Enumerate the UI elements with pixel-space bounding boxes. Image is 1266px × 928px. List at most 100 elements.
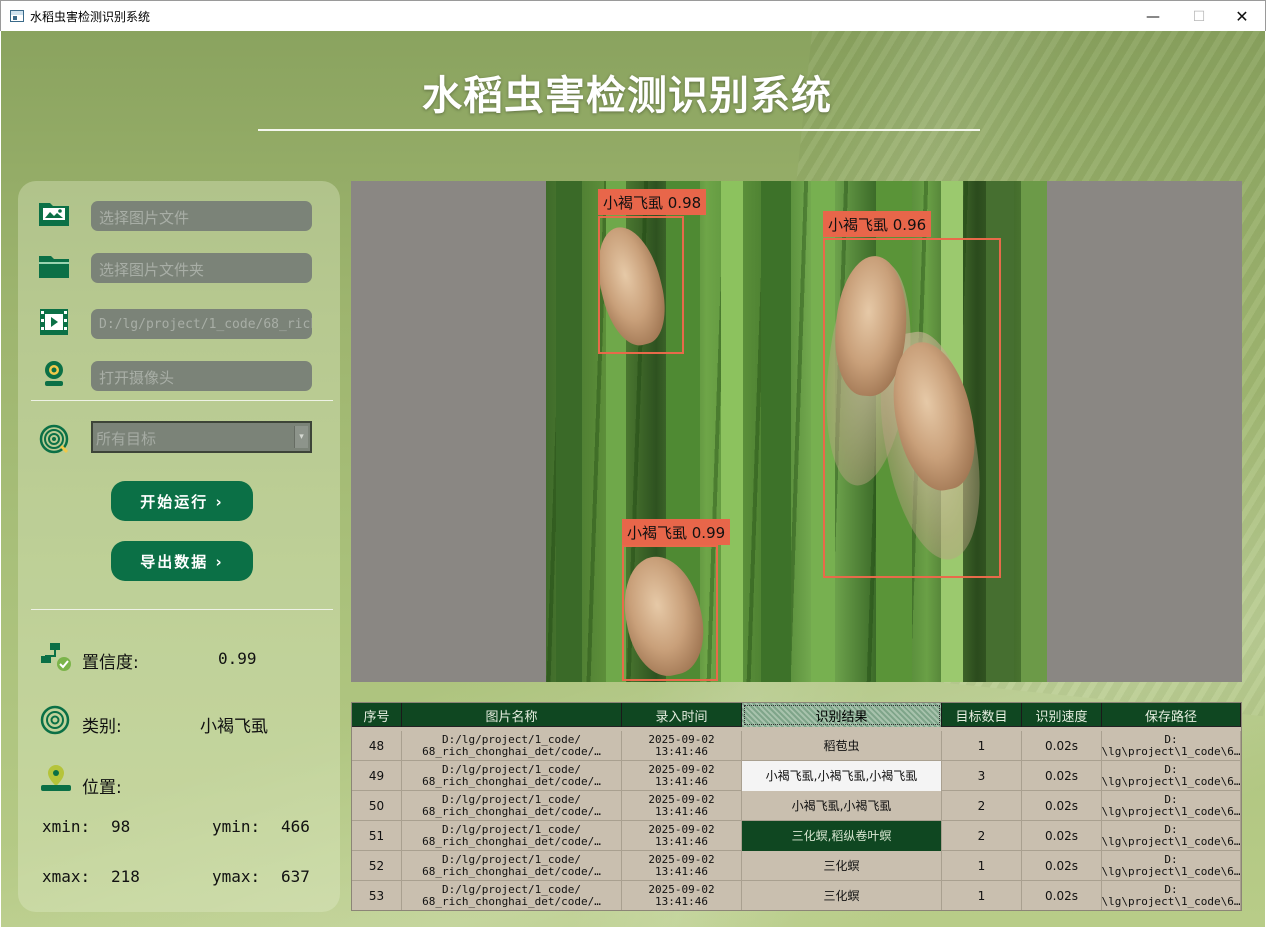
cell-save-path[interactable]: D: \lg\project\1_code\6… xyxy=(1102,851,1241,881)
cell-image-name[interactable]: D:/lg/project/1_code/ 68_rich_chonghai_d… xyxy=(402,791,622,821)
video-icon[interactable] xyxy=(37,307,71,337)
cell-save-path[interactable]: D: \lg\project\1_code\6… xyxy=(1102,791,1241,821)
cell-save-path[interactable]: D: \lg\project\1_code\6… xyxy=(1102,731,1241,761)
cell-result[interactable]: 三化螟 xyxy=(742,881,942,910)
results-table[interactable]: 序号 图片名称 录入时间 识别结果 目标数目 识别速度 保存路径 48 D:/l… xyxy=(351,702,1242,911)
title-divider xyxy=(258,129,980,131)
panel-divider-2 xyxy=(31,609,333,610)
detection-image: 小褐飞虱 0.98 小褐飞虱 0.96 小褐飞虱 0.99 xyxy=(546,181,1047,682)
cell-image-name[interactable]: D:/lg/project/1_code/ 68_rich_chonghai_d… xyxy=(402,761,622,791)
location-icon xyxy=(41,765,71,791)
cell-speed[interactable]: 0.02s xyxy=(1022,821,1102,851)
image-file-input[interactable]: 选择图片文件 xyxy=(91,201,312,231)
table-row[interactable]: 53 D:/lg/project/1_code/ 68_rich_chongha… xyxy=(352,881,1241,910)
cell-id[interactable]: 50 xyxy=(352,791,402,821)
cell-id[interactable]: 49 xyxy=(352,761,402,791)
ymax-label: ymax: xyxy=(212,867,261,886)
cell-result[interactable]: 小褐飞虱,小褐飞虱 xyxy=(742,791,942,821)
start-button[interactable]: 开始运行 › xyxy=(111,481,253,521)
cell-speed[interactable]: 0.02s xyxy=(1022,731,1102,761)
cell-speed[interactable]: 0.02s xyxy=(1022,761,1102,791)
cell-count[interactable]: 3 xyxy=(942,761,1022,791)
confidence-value: 0.99 xyxy=(218,649,257,668)
detection-label-3: 小褐飞虱 0.99 xyxy=(622,519,731,545)
minimize-button[interactable]: — xyxy=(1130,1,1176,32)
column-header-speed[interactable]: 识别速度 xyxy=(1022,703,1102,727)
control-panel: 选择图片文件 选择图片文件夹 D:/lg/project/1_code/68_r… xyxy=(18,181,340,912)
cell-image-name[interactable]: D:/lg/project/1_code/ 68_rich_chonghai_d… xyxy=(402,821,622,851)
cell-save-path[interactable]: D: \lg\project\1_code\6… xyxy=(1102,881,1241,910)
table-row[interactable]: 51 D:/lg/project/1_code/ 68_rich_chongha… xyxy=(352,821,1241,851)
cell-image-name[interactable]: D:/lg/project/1_code/ 68_rich_chonghai_d… xyxy=(402,851,622,881)
image-display: 小褐飞虱 0.98 小褐飞虱 0.96 小褐飞虱 0.99 xyxy=(351,181,1242,682)
column-header-count[interactable]: 目标数目 xyxy=(942,703,1022,727)
target-select[interactable]: 所有目标 ▾ xyxy=(91,421,312,453)
target-icon xyxy=(39,424,69,454)
close-button[interactable]: ✕ xyxy=(1219,1,1265,32)
column-header-image-name[interactable]: 图片名称 xyxy=(402,703,622,727)
export-button[interactable]: 导出数据 › xyxy=(111,541,253,581)
class-icon xyxy=(40,705,70,735)
video-path-input[interactable]: D:/lg/project/1_code/68_rich_chonghai_de… xyxy=(91,309,312,339)
cell-time[interactable]: 2025-09-02 13:41:46 xyxy=(622,881,742,910)
window-titlebar: 水稻虫害检测识别系统 — ☐ ✕ xyxy=(0,0,1266,31)
cell-result[interactable]: 三化螟 xyxy=(742,851,942,881)
chevron-down-icon[interactable]: ▾ xyxy=(294,426,308,448)
ymin-label: ymin: xyxy=(212,817,261,836)
column-header-result[interactable]: 识别结果 xyxy=(742,703,942,727)
detection-label-2: 小褐飞虱 0.96 xyxy=(823,211,932,237)
column-header-time[interactable]: 录入时间 xyxy=(622,703,742,727)
cell-time[interactable]: 2025-09-02 13:41:46 xyxy=(622,821,742,851)
ymax-value: 637 xyxy=(281,867,310,886)
maximize-button[interactable]: ☐ xyxy=(1176,1,1222,32)
folder-icon[interactable] xyxy=(37,251,71,281)
cell-count[interactable]: 1 xyxy=(942,731,1022,761)
cell-id[interactable]: 53 xyxy=(352,881,402,910)
cell-speed[interactable]: 0.02s xyxy=(1022,851,1102,881)
cell-result[interactable]: 稻苞虫 xyxy=(742,731,942,761)
xmin-label: xmin: xyxy=(42,817,91,836)
detection-box-1 xyxy=(598,216,684,354)
cell-save-path[interactable]: D: \lg\project\1_code\6… xyxy=(1102,821,1241,851)
cell-result-highlighted[interactable]: 三化螟,稻纵卷叶螟 xyxy=(742,821,942,851)
confidence-label: 置信度: xyxy=(82,653,139,673)
panel-divider xyxy=(31,400,333,401)
class-value: 小褐飞虱 xyxy=(200,717,268,737)
cell-speed[interactable]: 0.02s xyxy=(1022,791,1102,821)
target-select-value: 所有目标 xyxy=(96,430,157,448)
detection-label-1: 小褐飞虱 0.98 xyxy=(598,189,707,215)
cell-count[interactable]: 1 xyxy=(942,881,1022,910)
cell-result-selected[interactable]: 小褐飞虱,小褐飞虱,小褐飞虱 xyxy=(742,761,942,791)
cell-image-name[interactable]: D:/lg/project/1_code/ 68_rich_chonghai_d… xyxy=(402,731,622,761)
cell-time[interactable]: 2025-09-02 13:41:46 xyxy=(622,791,742,821)
image-file-icon[interactable] xyxy=(37,198,71,228)
xmax-label: xmax: xyxy=(42,867,91,886)
image-folder-input[interactable]: 选择图片文件夹 xyxy=(91,253,312,283)
cell-id[interactable]: 52 xyxy=(352,851,402,881)
column-header-id[interactable]: 序号 xyxy=(352,703,402,727)
cell-id[interactable]: 51 xyxy=(352,821,402,851)
table-row[interactable]: 52 D:/lg/project/1_code/ 68_rich_chongha… xyxy=(352,851,1241,881)
table-row[interactable]: 49 D:/lg/project/1_code/ 68_rich_chongha… xyxy=(352,761,1241,791)
cell-time[interactable]: 2025-09-02 13:41:46 xyxy=(622,731,742,761)
table-row[interactable]: 50 D:/lg/project/1_code/ 68_rich_chongha… xyxy=(352,791,1241,821)
cell-time[interactable]: 2025-09-02 13:41:46 xyxy=(622,851,742,881)
cell-image-name[interactable]: D:/lg/project/1_code/ 68_rich_chonghai_d… xyxy=(402,881,622,910)
cell-speed[interactable]: 0.02s xyxy=(1022,881,1102,910)
cell-id[interactable]: 48 xyxy=(352,731,402,761)
confidence-icon xyxy=(41,643,71,671)
cell-save-path[interactable]: D: \lg\project\1_code\6… xyxy=(1102,761,1241,791)
detection-box-2 xyxy=(823,238,1001,578)
xmin-value: 98 xyxy=(111,817,131,836)
cell-time[interactable]: 2025-09-02 13:41:46 xyxy=(622,761,742,791)
camera-input[interactable]: 打开摄像头 xyxy=(91,361,312,391)
page-title: 水稻虫害检测识别系统 xyxy=(422,73,832,119)
cell-count[interactable]: 2 xyxy=(942,821,1022,851)
column-header-save-path[interactable]: 保存路径 xyxy=(1102,703,1241,727)
table-body: 48 D:/lg/project/1_code/ 68_rich_chongha… xyxy=(352,731,1241,910)
table-row[interactable]: 48 D:/lg/project/1_code/ 68_rich_chongha… xyxy=(352,731,1241,761)
cell-count[interactable]: 2 xyxy=(942,791,1022,821)
camera-icon[interactable] xyxy=(37,359,71,389)
position-label: 位置: xyxy=(82,778,122,798)
cell-count[interactable]: 1 xyxy=(942,851,1022,881)
